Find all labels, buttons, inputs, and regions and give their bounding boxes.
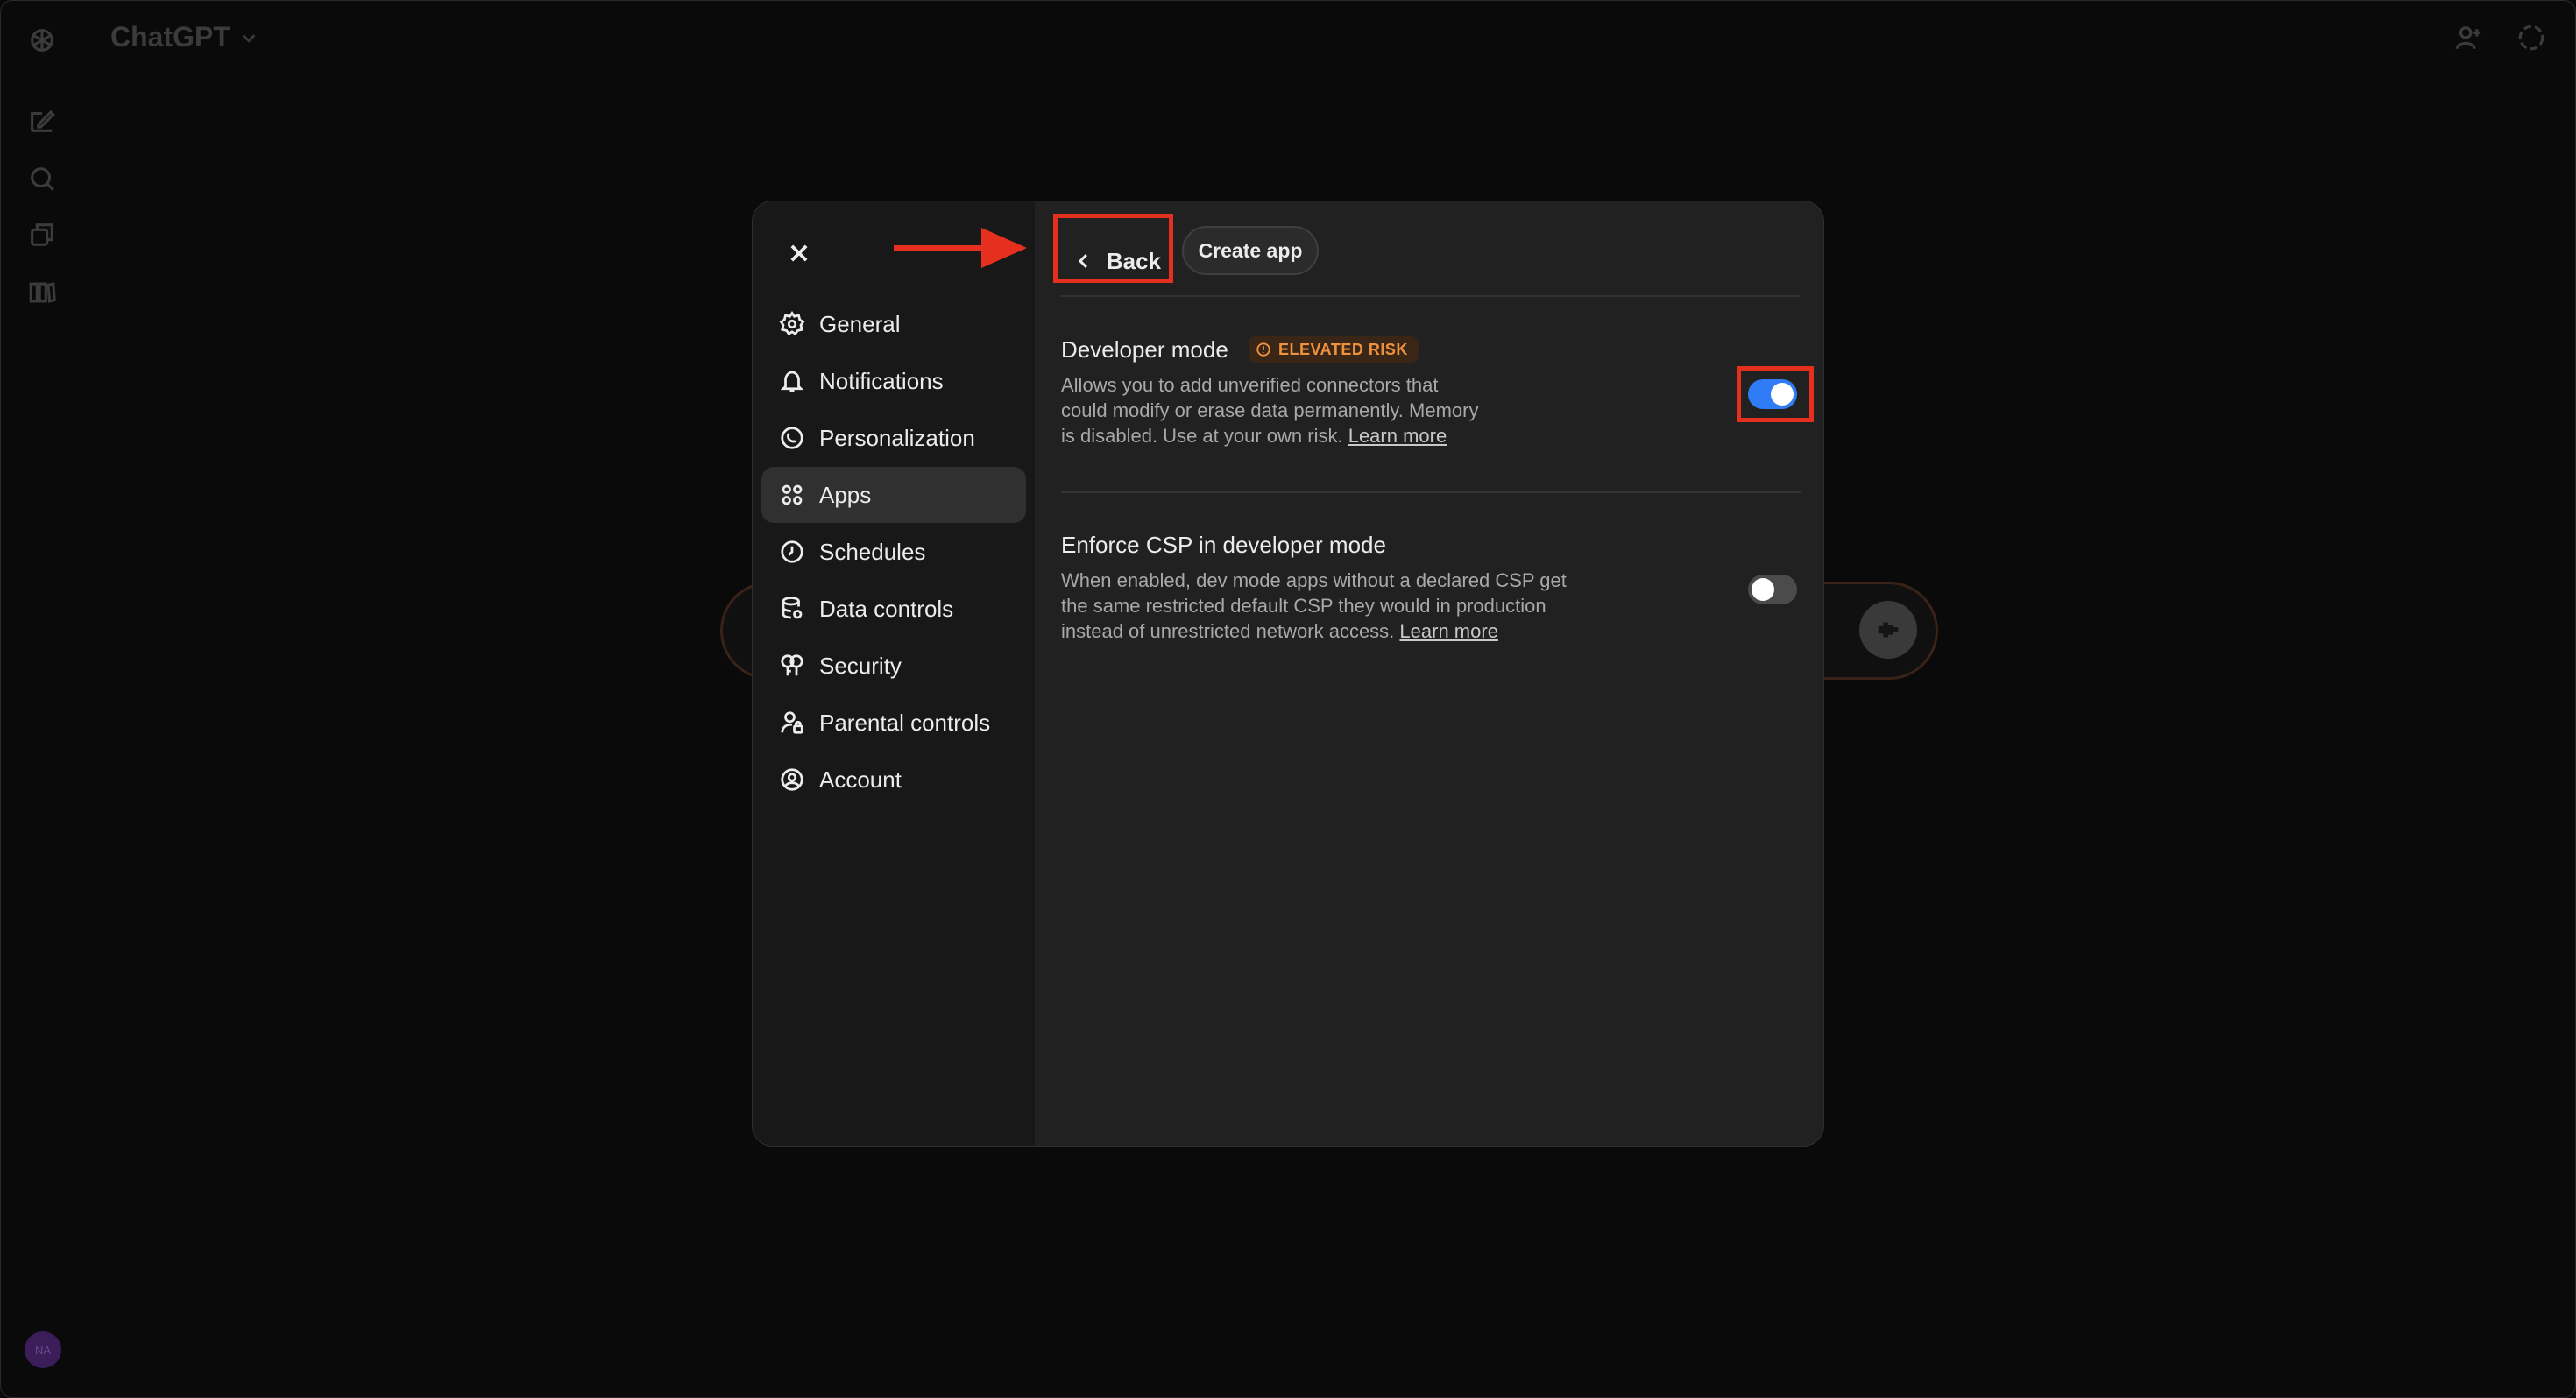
- sidebar-item-notifications[interactable]: Notifications: [761, 353, 1026, 409]
- avatar-initials: NA: [34, 1343, 52, 1357]
- sidebar-item-security[interactable]: Security: [761, 638, 1026, 694]
- waveform-icon: [1878, 622, 1899, 638]
- sidebar-item-label: Security: [819, 652, 902, 679]
- left-rail: NA: [0, 0, 84, 1398]
- sidebar-item-account[interactable]: Account: [761, 752, 1026, 808]
- desc-line-with-link: is disabled. Use at your own risk. Learn…: [1061, 423, 1478, 448]
- annotation-arrow: [894, 228, 1027, 268]
- account-circle-icon: [777, 765, 807, 794]
- sidebar-item-label: Notifications: [819, 367, 944, 394]
- avatar[interactable]: NA: [25, 1331, 61, 1368]
- dashed-circle-icon[interactable]: [2516, 23, 2551, 58]
- learn-more-link[interactable]: Learn more: [1399, 620, 1498, 642]
- create-app-button[interactable]: Create app: [1182, 226, 1319, 275]
- enforce-csp-title: Enforce CSP in developer mode: [1061, 532, 1386, 558]
- settings-sidebar: General Notifications Personalization Ap…: [753, 201, 1035, 1146]
- apps-grid-icon: [777, 480, 807, 510]
- sidebar-item-label: Parental controls: [819, 709, 991, 736]
- badge-label: ELEVATED RISK: [1278, 340, 1408, 358]
- enforce-csp-description: When enabled, dev mode apps without a de…: [1061, 568, 1567, 644]
- openai-logo-icon[interactable]: [25, 23, 60, 58]
- personalization-icon: [777, 423, 807, 453]
- sidebar-item-parental-controls[interactable]: Parental controls: [761, 695, 1026, 751]
- sidebar-item-label: Personalization: [819, 424, 975, 451]
- header-divider: [1061, 295, 1801, 297]
- images-icon[interactable]: [25, 217, 60, 252]
- desc-line: is disabled. Use at your own risk.: [1061, 425, 1343, 447]
- sidebar-item-data-controls[interactable]: Data controls: [761, 581, 1026, 637]
- voice-button[interactable]: [1859, 601, 1917, 659]
- sidebar-item-apps[interactable]: Apps: [761, 467, 1026, 523]
- warning-icon: [1256, 342, 1270, 357]
- person-lock-icon: [777, 708, 807, 738]
- desc-line: Allows you to add unverified connectors …: [1061, 374, 1439, 396]
- model-selector[interactable]: ChatGPT: [110, 21, 258, 53]
- sidebar-item-label: Schedules: [819, 538, 926, 565]
- close-button[interactable]: [777, 231, 821, 275]
- sidebar-item-general[interactable]: General: [761, 296, 1026, 352]
- toggle-knob: [1752, 578, 1774, 601]
- sidebar-item-label: General: [819, 310, 901, 337]
- enforce-csp-toggle[interactable]: [1748, 575, 1797, 604]
- sidebar-item-personalization[interactable]: Personalization: [761, 410, 1026, 466]
- learn-more-link[interactable]: Learn more: [1348, 425, 1447, 447]
- desc-line: the same restricted default CSP they wou…: [1061, 595, 1546, 617]
- chevron-down-icon: [242, 33, 256, 43]
- desc-line: could modify or erase data permanently. …: [1061, 399, 1479, 421]
- developer-mode-description: Allows you to add unverified connectors …: [1061, 372, 1478, 448]
- database-icon: [777, 594, 807, 624]
- elevated-risk-badge: ELEVATED RISK: [1249, 336, 1419, 363]
- add-person-icon[interactable]: [2453, 23, 2488, 58]
- sidebar-item-label: Account: [819, 766, 902, 793]
- app-title: ChatGPT: [110, 21, 230, 53]
- gear-icon: [777, 309, 807, 339]
- search-icon[interactable]: [25, 161, 60, 196]
- bell-icon: [777, 366, 807, 396]
- desc-line: When enabled, dev mode apps without a de…: [1061, 569, 1567, 591]
- developer-mode-title: Developer mode: [1061, 336, 1228, 363]
- close-icon: [790, 244, 808, 262]
- edit-icon[interactable]: [25, 103, 60, 138]
- settings-modal: General Notifications Personalization Ap…: [752, 201, 1824, 1147]
- key-icon: [777, 651, 807, 681]
- desc-line-with-link: instead of unrestricted network access. …: [1061, 618, 1567, 644]
- sidebar-item-schedules[interactable]: Schedules: [761, 524, 1026, 580]
- toggle-highlight-box: [1737, 366, 1814, 422]
- clock-icon: [777, 537, 807, 567]
- section-divider: [1061, 491, 1801, 493]
- desc-line: instead of unrestricted network access.: [1061, 620, 1395, 642]
- sidebar-item-label: Apps: [819, 481, 872, 508]
- library-icon[interactable]: [25, 275, 60, 310]
- back-highlight-box: [1053, 214, 1173, 283]
- sidebar-item-label: Data controls: [819, 595, 954, 622]
